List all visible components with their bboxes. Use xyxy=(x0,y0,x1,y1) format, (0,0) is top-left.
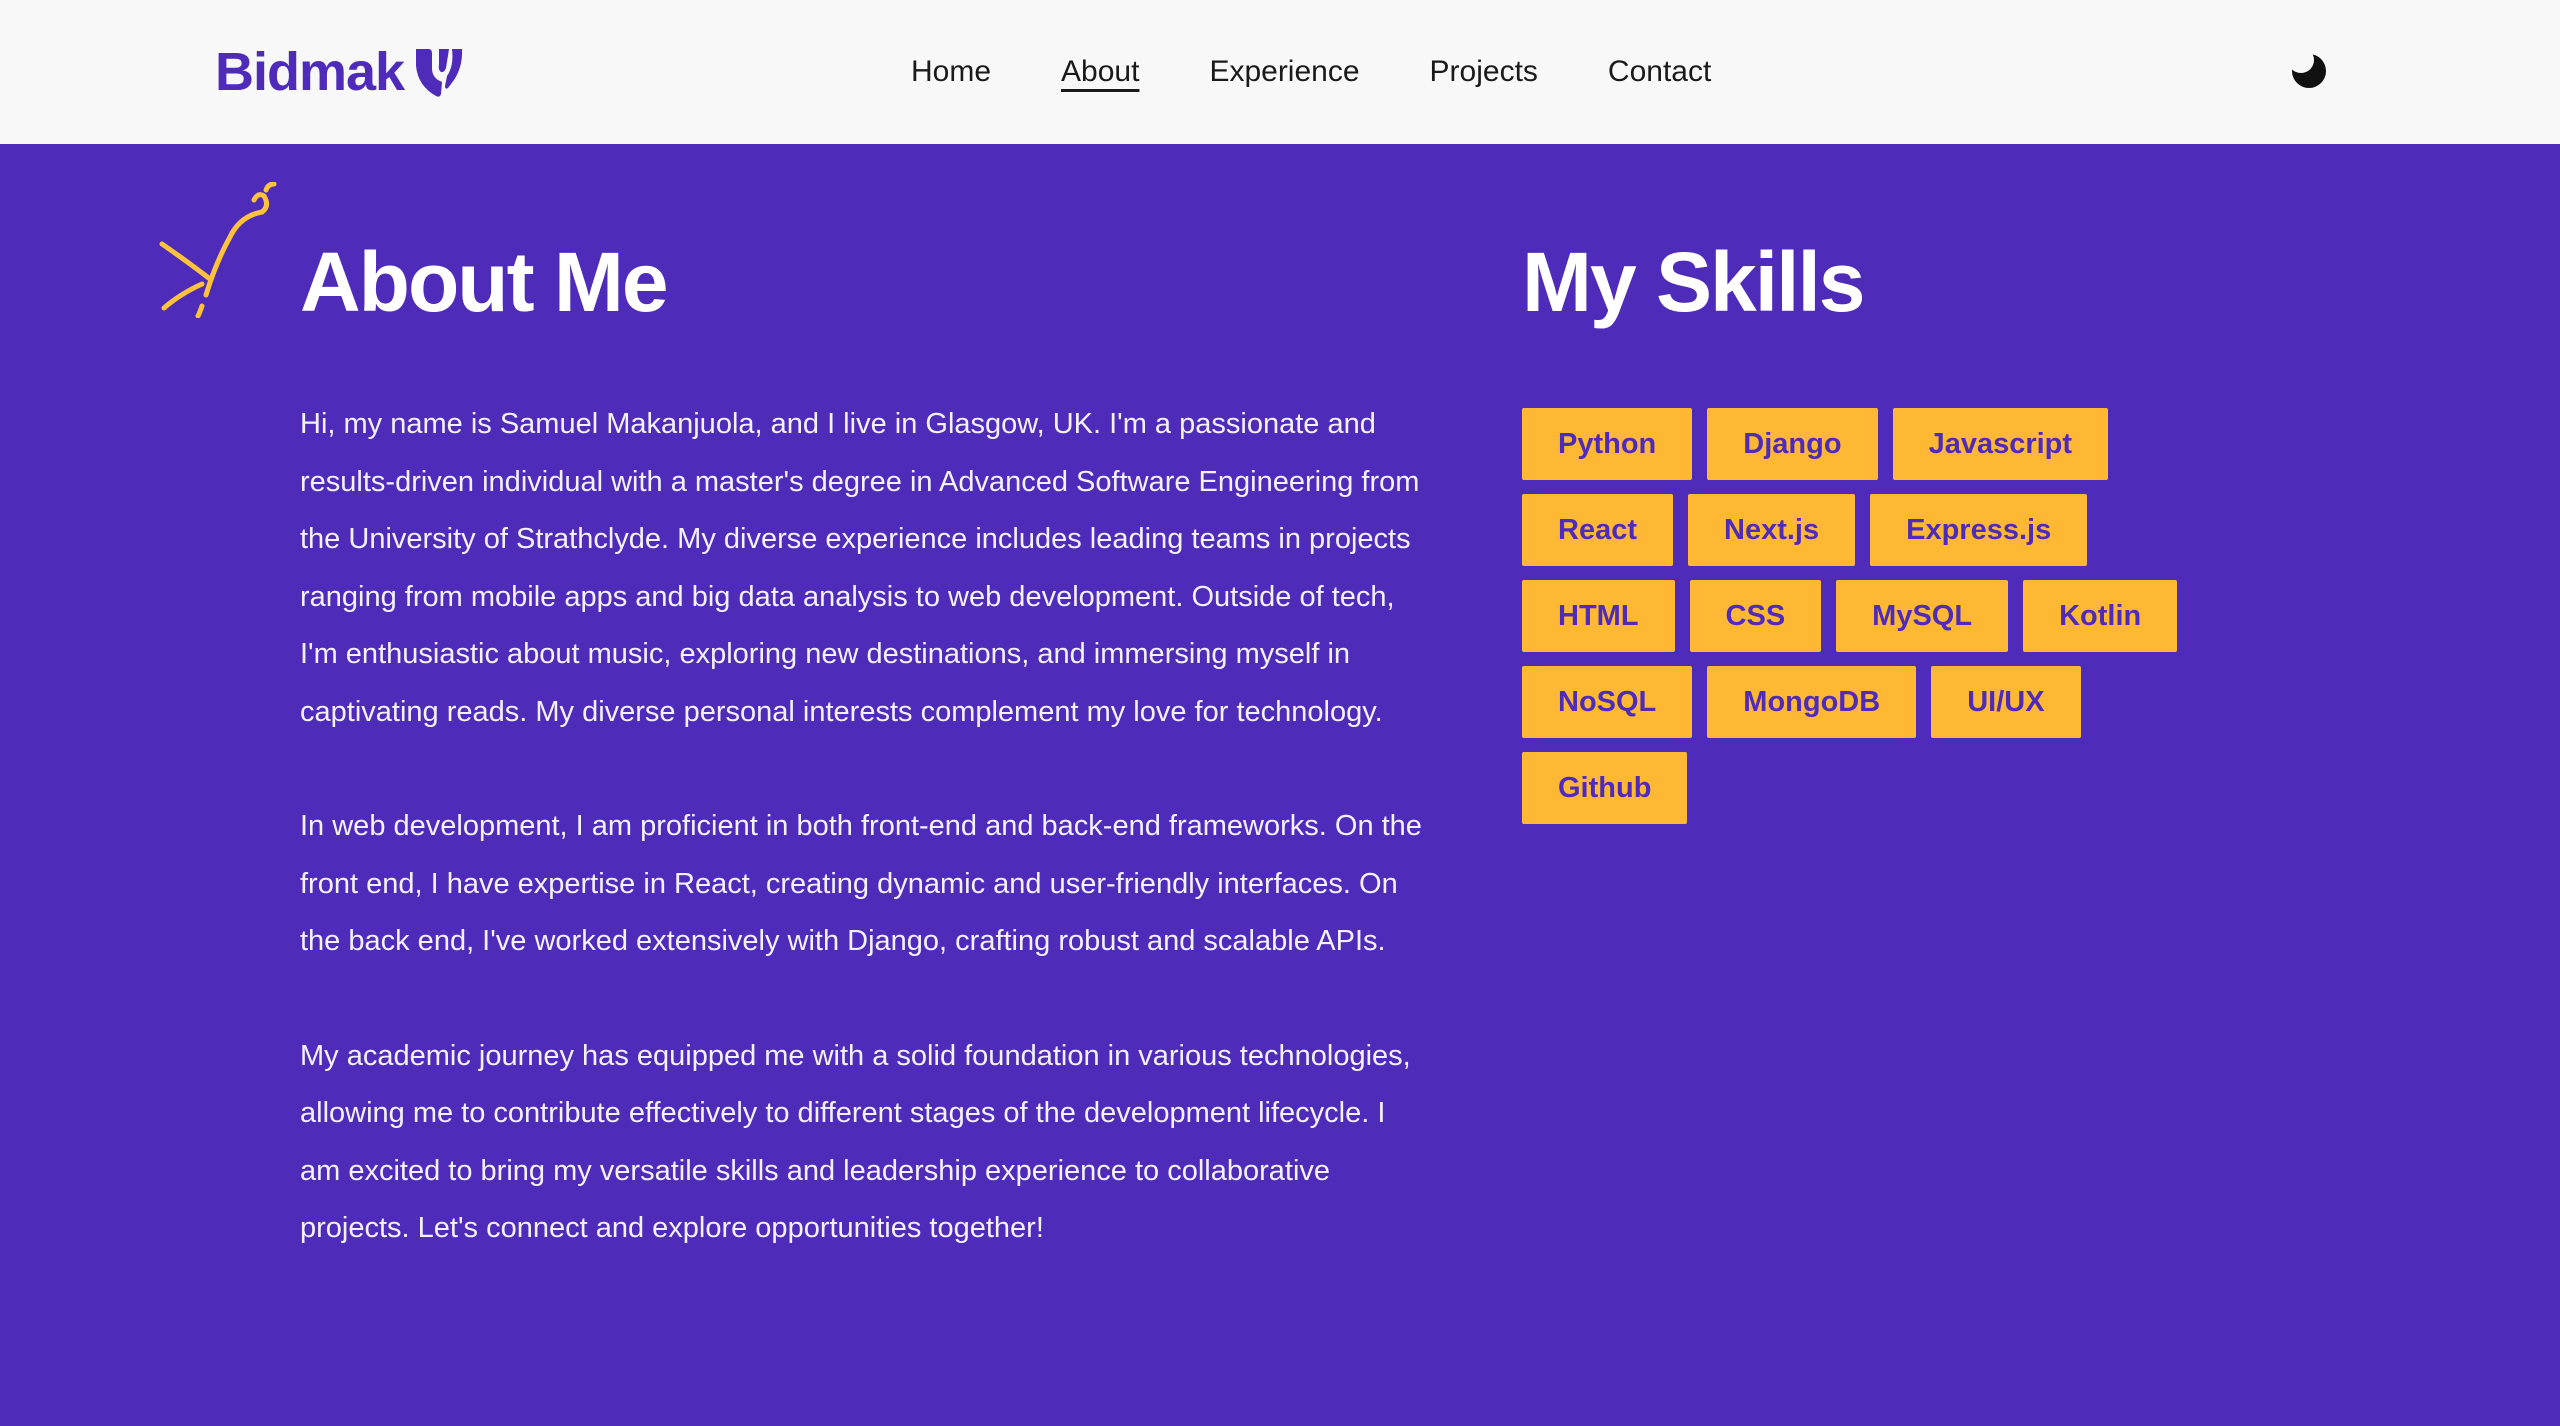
about-text: Hi, my name is Samuel Makanjuola, and I … xyxy=(300,396,1430,1315)
skill-tag-react: React xyxy=(1522,494,1673,566)
sparkle-icon xyxy=(159,182,277,318)
nav-item-experience[interactable]: Experience xyxy=(1209,52,1359,92)
skill-tag-nextjs: Next.js xyxy=(1688,494,1856,566)
skill-tag-uiux: UI/UX xyxy=(1931,666,2081,738)
nav-links: Home About Experience Projects Contact xyxy=(911,0,1781,144)
skill-tag-css: CSS xyxy=(1689,580,1822,652)
skill-tag-nosql: NoSQL xyxy=(1522,666,1693,738)
skills-title: My Skills xyxy=(1522,235,1866,329)
skill-tag-kotlin: Kotlin xyxy=(2023,580,2178,652)
skill-tag-html: HTML xyxy=(1522,580,1675,652)
brand-logo[interactable]: Bidmak xyxy=(215,40,464,104)
about-paragraph: In web development, I am proficient in b… xyxy=(300,810,1422,957)
skill-tag-django: Django xyxy=(1707,408,1878,480)
skill-tag-mysql: MySQL xyxy=(1836,580,2009,652)
skill-list: Python Django Javascript React Next.js E… xyxy=(1522,408,2242,824)
brand-name: Bidmak xyxy=(215,42,405,102)
moon-icon[interactable] xyxy=(2290,52,2328,90)
skill-tag-python: Python xyxy=(1522,408,1693,480)
nav-item-contact[interactable]: Contact xyxy=(1608,52,1711,92)
skill-tag-javascript: Javascript xyxy=(1892,408,2109,480)
nav-item-about[interactable]: About xyxy=(1061,52,1139,92)
skill-tag-expressjs: Express.js xyxy=(1870,494,2088,566)
skill-tag-github: Github xyxy=(1522,752,1688,824)
skill-tag-mongodb: MongoDB xyxy=(1707,666,1917,738)
about-paragraph: My academic journey has equipped me with… xyxy=(300,1039,1411,1245)
navbar: Bidmak Home About Experience Projects Co… xyxy=(0,0,2560,144)
about-title: About Me xyxy=(300,235,669,329)
about-paragraph: Hi, my name is Samuel Makanjuola, and I … xyxy=(300,408,1420,728)
nav-item-projects[interactable]: Projects xyxy=(1430,52,1538,92)
nav-item-home[interactable]: Home xyxy=(911,52,991,92)
v-shield-logo-icon xyxy=(416,49,463,97)
